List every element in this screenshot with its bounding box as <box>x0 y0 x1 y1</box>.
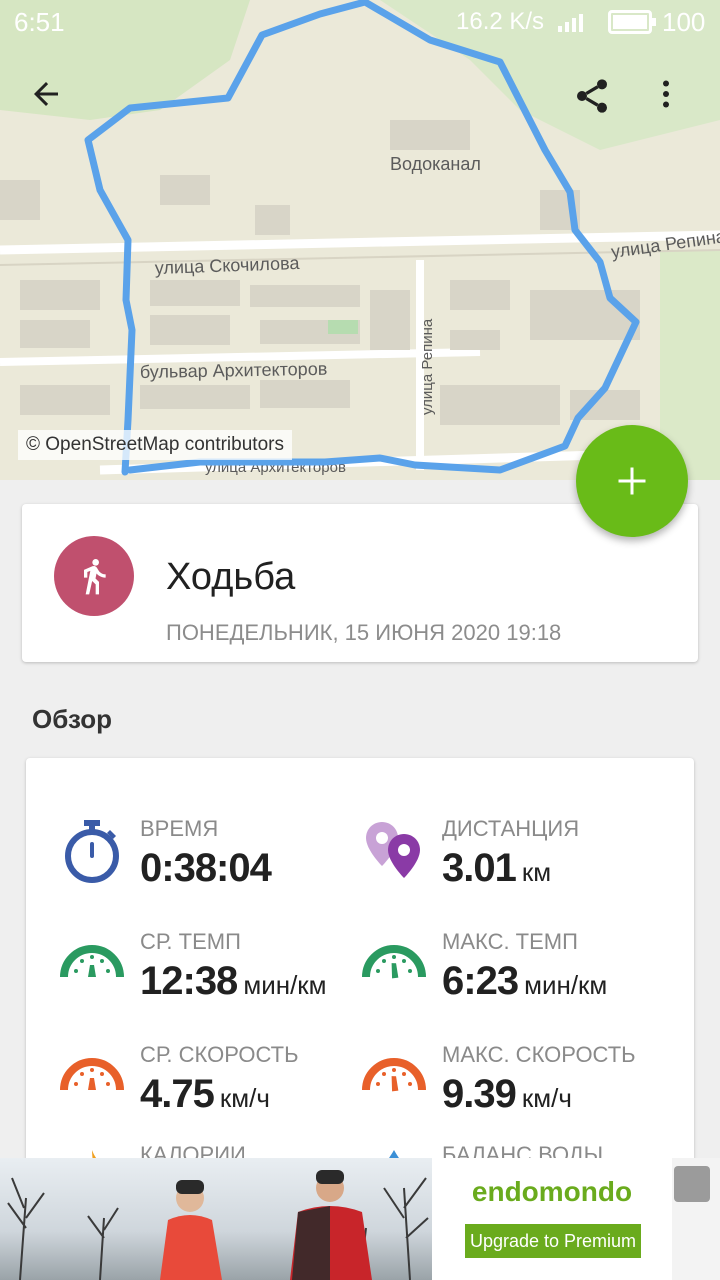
add-button[interactable] <box>576 425 688 537</box>
battery-percent: 100 <box>662 7 706 37</box>
speed-gauge-icon <box>60 1058 124 1091</box>
stat-unit: мин/км <box>524 970 608 1000</box>
stat-time: ВРЕМЯ 0:38:04 <box>60 816 360 910</box>
map-label-vodokanal: Водоканал <box>390 154 481 174</box>
pace-gauge-icon <box>60 945 124 978</box>
stat-value: 12:38 мин/км <box>140 959 327 1003</box>
stat-avg-pace: СР. ТЕМП 12:38 мин/км <box>60 929 360 1023</box>
activity-card: Ходьба ПОНЕДЕЛЬНИК, 15 ИЮНЯ 2020 19:18 <box>22 504 698 662</box>
ad-photo <box>0 1158 432 1280</box>
map-attribution[interactable]: © OpenStreetMap contributors <box>18 430 292 460</box>
stat-value: 9.39 км/ч <box>442 1072 572 1116</box>
stopwatch-icon <box>65 820 119 883</box>
more-vert-icon <box>663 80 669 108</box>
activity-date: ПОНЕДЕЛЬНИК, 15 ИЮНЯ 2020 19:18 <box>166 620 562 645</box>
walking-icon <box>84 559 106 595</box>
route-map[interactable]: Водоканал улица Скочилова бульвар Архите… <box>0 0 720 480</box>
activity-title: Ходьба <box>166 556 296 598</box>
stat-avg-speed: СР. СКОРОСТЬ 4.75 км/ч <box>60 1042 360 1136</box>
stat-max-pace: МАКС. ТЕМП 6:23 мин/км <box>362 929 662 1023</box>
share-button[interactable] <box>572 76 628 132</box>
stat-label: МАКС. СКОРОСТЬ <box>442 1042 636 1067</box>
arrow-back-icon <box>34 82 58 106</box>
stat-value: 0:38:04 <box>140 846 272 890</box>
activity-icon-badge <box>54 536 134 616</box>
overview-heading: Обзор <box>32 704 112 734</box>
stat-distance: ДИСТАНЦИЯ 3.01 км <box>362 816 662 910</box>
ad-brand-logo: endomondo <box>471 1176 633 1207</box>
ad-panel: endomondo Upgrade to Premium <box>432 1158 672 1280</box>
stat-value: 4.75 км/ч <box>140 1072 270 1116</box>
speed-gauge-icon <box>362 1058 426 1092</box>
pace-gauge-icon <box>362 945 426 979</box>
stat-label: МАКС. ТЕМП <box>442 929 578 954</box>
stat-label: СР. ТЕМП <box>140 929 241 954</box>
ad-choices-icon[interactable] <box>674 1166 710 1202</box>
status-network-speed: 16.2 K/s <box>456 8 545 35</box>
stat-unit: км <box>521 857 552 887</box>
stat-max-speed: МАКС. СКОРОСТЬ 9.39 км/ч <box>362 1042 662 1136</box>
stat-value: 3.01 км <box>442 846 552 890</box>
map-label-arhitektorov-blvd: бульвар Архитекторов <box>140 359 328 382</box>
ad-upgrade-button[interactable]: Upgrade to Premium <box>465 1224 641 1258</box>
map-pins-icon <box>366 822 420 878</box>
plus-icon <box>618 467 646 495</box>
map-canvas: Водоканал улица Скочилова бульвар Архите… <box>0 0 720 480</box>
back-button[interactable] <box>28 76 84 132</box>
battery-icon <box>608 10 656 34</box>
status-time: 6:51 <box>14 7 65 37</box>
stat-label: СР. СКОРОСТЬ <box>140 1042 299 1067</box>
status-bar: 6:51 16.2 K/s 100 <box>0 0 720 46</box>
overview-stats-card[interactable]: ВРЕМЯ 0:38:04 ДИСТАНЦИЯ 3.01 км СР. ТЕМП … <box>26 758 694 1204</box>
stat-value: 6:23 мин/км <box>442 959 608 1003</box>
more-options-button[interactable] <box>648 76 704 132</box>
stat-label: ВРЕМЯ <box>140 816 219 841</box>
stat-label: ДИСТАНЦИЯ <box>442 816 580 841</box>
share-icon <box>577 79 607 113</box>
map-label-repina-vertical: улица Репина <box>419 318 436 415</box>
stat-unit: км/ч <box>219 1083 270 1113</box>
ad-banner[interactable]: endomondo Upgrade to Premium <box>0 1158 720 1280</box>
stat-unit: км/ч <box>521 1083 572 1113</box>
stat-unit: мин/км <box>243 970 327 1000</box>
